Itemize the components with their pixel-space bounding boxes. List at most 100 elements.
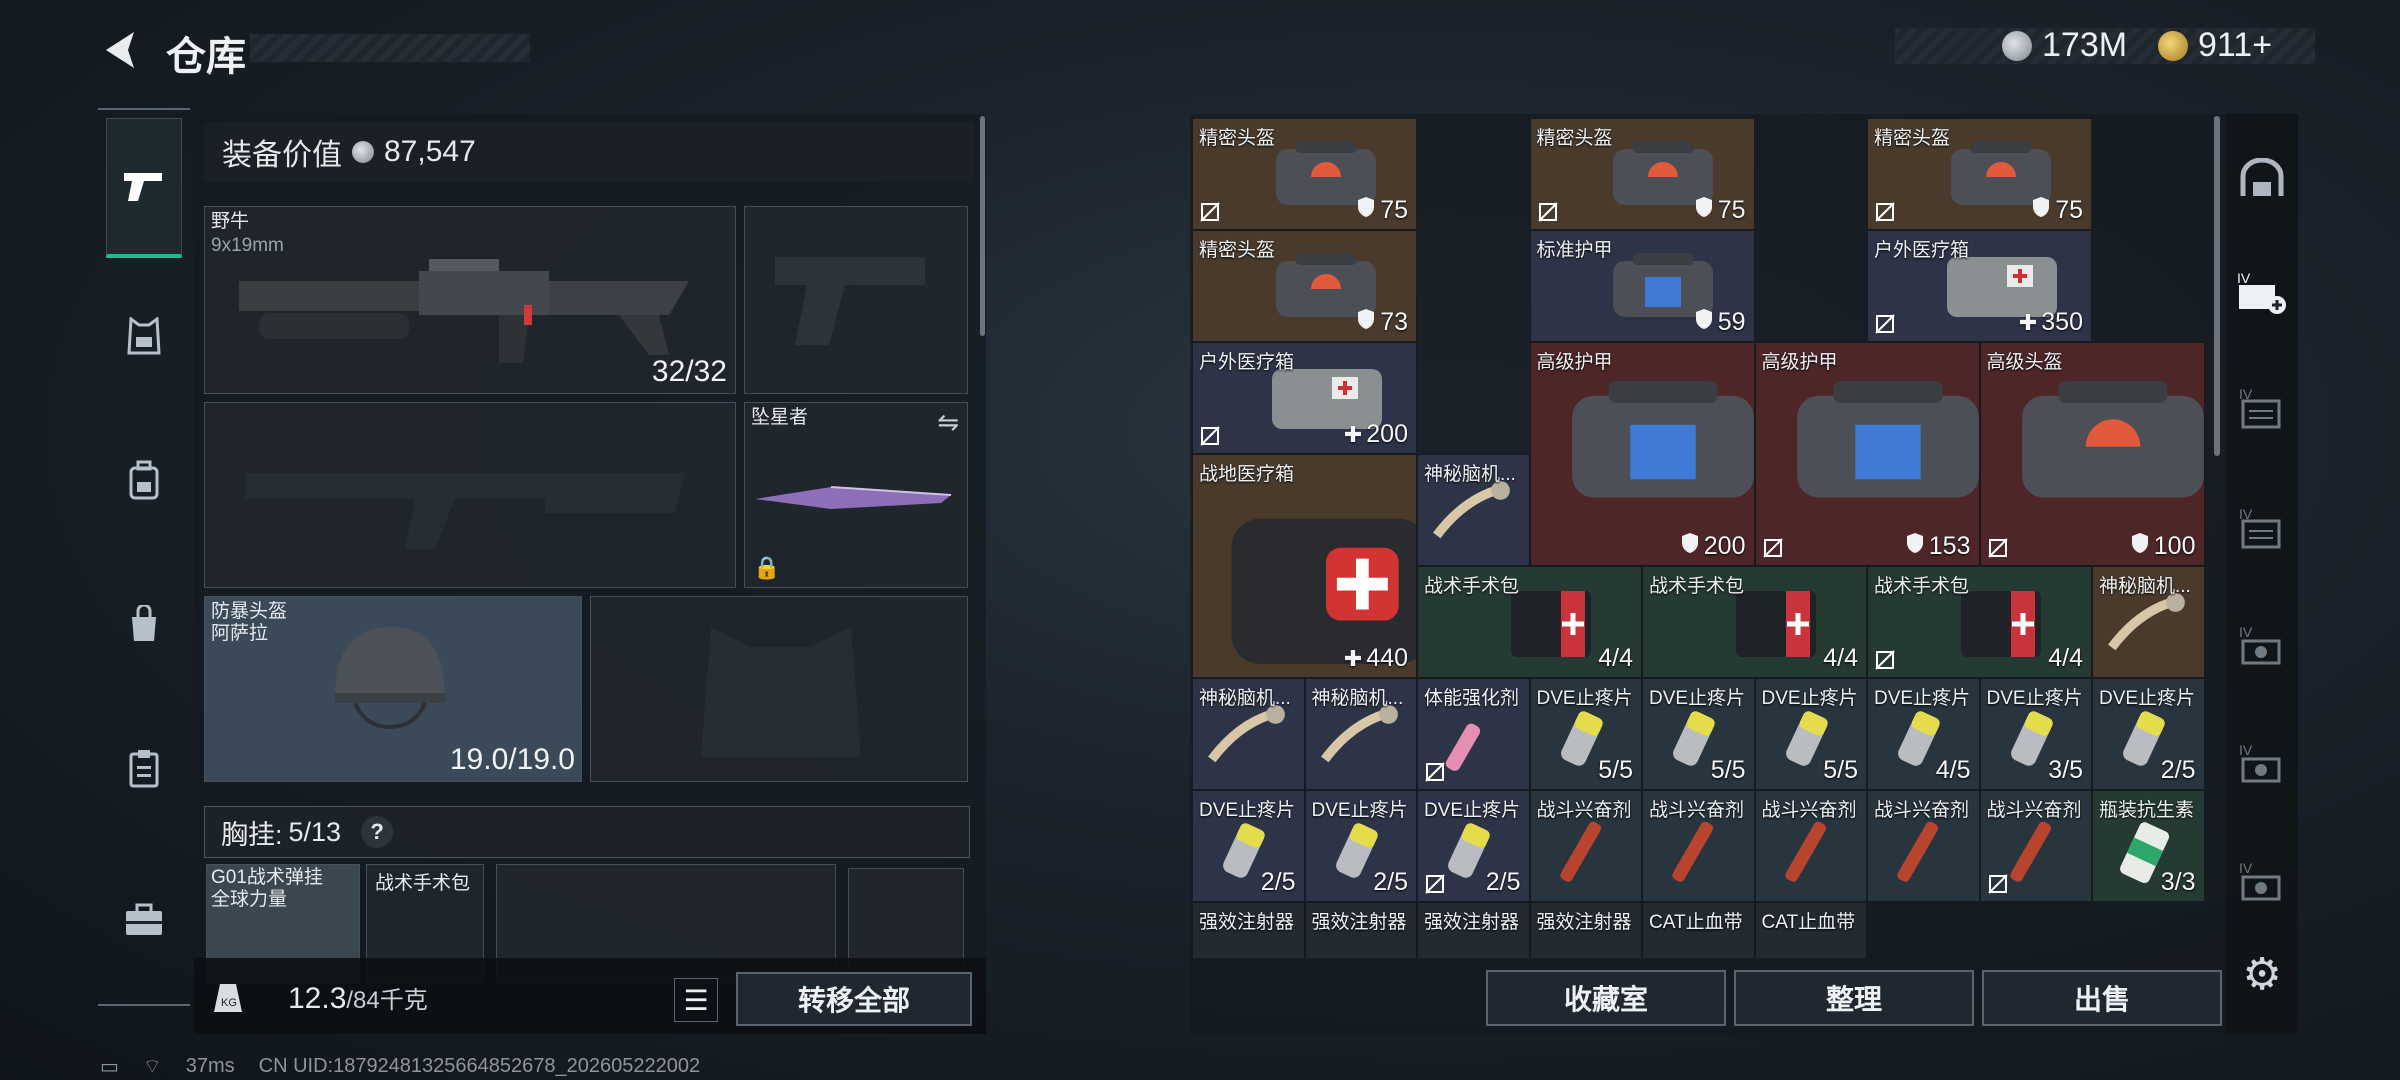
melee-slot[interactable]: 坠星者 ⇋ 🔒	[744, 402, 968, 588]
storage-item[interactable]: 强效注射器	[1529, 902, 1642, 958]
item-count-value: 200	[1366, 420, 1408, 448]
sort-button[interactable]: 整理	[1734, 970, 1974, 1026]
storage-item[interactable]: 体能强化剂	[1417, 678, 1530, 790]
helmet-slot[interactable]: 防暴头盔 阿萨拉 19.0/19.0	[204, 596, 582, 782]
storage-item[interactable]: DVE止疼片 5/5	[1754, 678, 1867, 790]
pistol-silhouette-icon	[775, 257, 925, 345]
secondary-weapon-slot[interactable]	[744, 206, 968, 394]
nav-item-weapons[interactable]	[106, 118, 182, 258]
list-button[interactable]: ☰	[674, 978, 718, 1022]
storage-item[interactable]: DVE止疼片 2/5	[2092, 678, 2205, 790]
storage-item[interactable]: 战斗兴奋剂	[1642, 790, 1755, 902]
armor-slot[interactable]	[590, 596, 968, 782]
item-count: ✚ 440	[1344, 644, 1408, 673]
nav-item-backpack[interactable]	[106, 442, 182, 518]
swap-icon[interactable]: ⇋	[937, 407, 959, 438]
storage-item[interactable]: 战斗兴奋剂	[1529, 790, 1642, 902]
item-count: 3/3	[2161, 868, 2196, 897]
sell-button[interactable]: 出售	[1982, 970, 2222, 1026]
ping-value: 37ms	[185, 1055, 235, 1077]
storage-item[interactable]: 神秘脑机...	[1304, 678, 1417, 790]
storage-item[interactable]: DVE止疼片 2/5	[1417, 790, 1530, 902]
storage-item[interactable]: 神秘脑机...	[1192, 678, 1305, 790]
storage-item[interactable]: DVE止疼片 3/5	[1979, 678, 2092, 790]
nav-item-toolbox[interactable]	[106, 882, 182, 958]
tab-home[interactable]	[2230, 146, 2294, 210]
nav-item-armor[interactable]	[106, 298, 182, 374]
back-button[interactable]	[98, 28, 142, 72]
storage-scrollbar[interactable]	[2214, 116, 2220, 456]
tab-iv-1[interactable]: IV	[2230, 376, 2294, 440]
storage-item[interactable]: 战术手术包 4/4	[1417, 566, 1642, 678]
tab-iv-add[interactable]: IV	[2230, 260, 2294, 324]
storage-item[interactable]: 精密头盔 75	[1867, 118, 2092, 230]
item-name: 标准护甲	[1536, 240, 1613, 261]
storage-item[interactable]: 精密头盔 75	[1192, 118, 1417, 230]
toolbox-icon	[126, 903, 162, 935]
storage-item[interactable]: 高级护甲 200	[1529, 342, 1755, 566]
storage-tool-icon: IV	[2239, 742, 2281, 783]
storage-item[interactable]: 户外医疗箱 ✚ 350	[1867, 230, 2092, 342]
left-scrollbar[interactable]	[980, 116, 985, 336]
storage-item[interactable]: 高级护甲 153	[1754, 342, 1980, 566]
item-count: 5/5	[1711, 756, 1746, 785]
item-count-value: 75	[1717, 196, 1746, 224]
storage-item[interactable]: 强效注射器	[1417, 902, 1530, 958]
rifle-slot[interactable]	[204, 402, 736, 588]
nav-divider-bottom	[98, 1004, 190, 1006]
storage-item[interactable]: CAT止血带	[1642, 902, 1755, 958]
storage-item[interactable]: 高级头盔 100	[1979, 342, 2205, 566]
collection-button[interactable]: 收藏室	[1486, 970, 1726, 1026]
nav-item-clipboard[interactable]	[106, 730, 182, 806]
primary-weapon-slot[interactable]: 野牛 9x19mm 32/32	[204, 206, 736, 394]
item-count: ✚ 200	[1344, 420, 1408, 449]
item-count: 200	[1680, 532, 1746, 561]
primary-weapon-name: 野牛	[211, 211, 250, 232]
storage-item[interactable]: 战斗兴奋剂	[1867, 790, 1980, 902]
storage-item[interactable]: 标准护甲 59	[1529, 230, 1755, 342]
tab-iv-3[interactable]: IV	[2230, 614, 2294, 678]
storage-item[interactable]: 强效注射器	[1304, 902, 1417, 958]
item-name: 精密头盔	[1874, 128, 1951, 149]
storage-item[interactable]: 强效注射器	[1192, 902, 1305, 958]
storage-item[interactable]: 神秘脑机...	[1417, 454, 1530, 566]
settings-button[interactable]: ⚙	[2238, 950, 2286, 999]
storage-item[interactable]: DVE止疼片 4/5	[1867, 678, 1980, 790]
storage-item[interactable]: 战术手术包 4/4	[1867, 566, 2092, 678]
storage-item[interactable]: 战术手术包 4/4	[1642, 566, 1867, 678]
item-name: 战斗兴奋剂	[1986, 800, 2082, 821]
help-icon[interactable]: ?	[361, 816, 394, 848]
transfer-all-button[interactable]: 转移全部	[736, 972, 972, 1026]
gold-currency[interactable]: 911+	[2158, 26, 2272, 65]
storage-item[interactable]: 瓶装抗生素 3/3	[2092, 790, 2205, 902]
plus-icon: ✚	[2018, 309, 2038, 335]
storage-item[interactable]: 战斗兴奋剂	[1979, 790, 2092, 902]
item-count-value: 75	[1380, 196, 1408, 224]
storage-item[interactable]: 户外医疗箱 ✚ 200	[1192, 342, 1417, 454]
storage-item[interactable]: DVE止疼片 2/5	[1192, 790, 1305, 902]
weight-max: /84千克	[346, 987, 428, 1014]
storage-tool-icon: IV	[2239, 624, 2281, 665]
storage-item[interactable]: 精密头盔 73	[1192, 230, 1417, 342]
tab-iv-5[interactable]: IV	[2230, 850, 2294, 914]
chest-rig-bar: 胸挂: 5/13 ?	[204, 806, 970, 858]
item-name: DVE止疼片	[1986, 688, 2083, 709]
tab-iv-2[interactable]: IV	[2230, 496, 2294, 560]
item-count: 73	[1356, 308, 1408, 337]
nav-item-bag[interactable]	[106, 586, 182, 662]
item-count-value: 2/5	[2160, 756, 2196, 784]
item-count-value: 5/5	[1710, 756, 1746, 784]
storage-item[interactable]: 战斗兴奋剂	[1754, 790, 1867, 902]
silver-currency[interactable]: 173M	[2002, 26, 2127, 65]
wifi-icon: ⌔	[142, 1056, 162, 1078]
gold-amount: 911+	[2198, 26, 2273, 64]
storage-item[interactable]: 神秘脑机...	[2092, 566, 2205, 678]
storage-item[interactable]: 精密头盔 75	[1529, 118, 1755, 230]
tab-iv-4[interactable]: IV	[2230, 732, 2294, 796]
storage-item[interactable]: DVE止疼片 5/5	[1642, 678, 1755, 790]
item-count: 5/5	[1598, 756, 1633, 785]
storage-item[interactable]: DVE止疼片 5/5	[1529, 678, 1642, 790]
storage-item[interactable]: DVE止疼片 2/5	[1304, 790, 1417, 902]
storage-item[interactable]: CAT止血带	[1754, 902, 1867, 958]
storage-item[interactable]: 战地医疗箱 ✚ 440	[1192, 454, 1417, 678]
